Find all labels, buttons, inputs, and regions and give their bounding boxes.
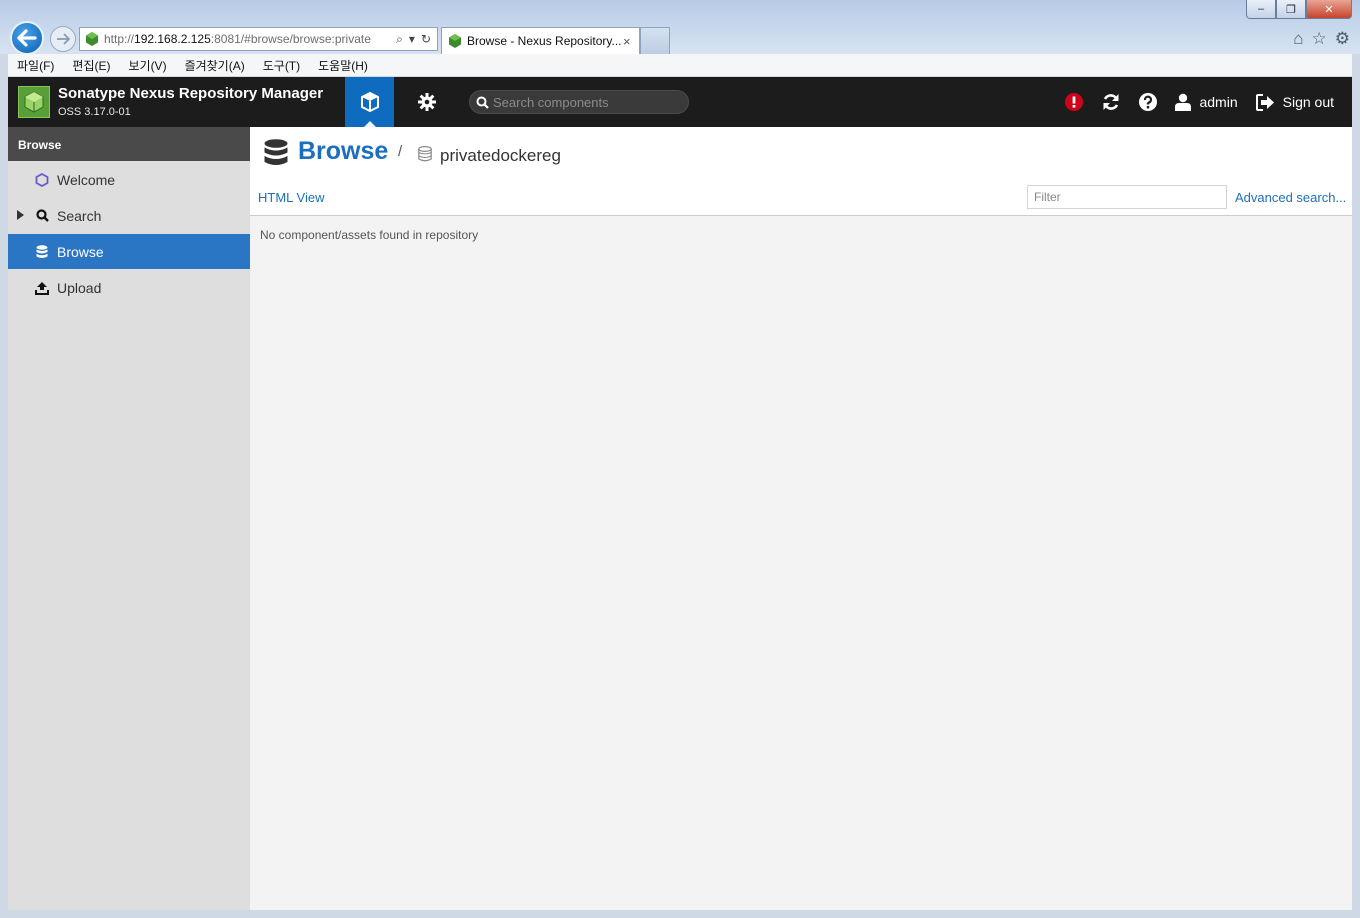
sidebar-item-label: Browse <box>57 243 104 260</box>
app-version: OSS 3.17.0-01 <box>58 106 131 118</box>
back-button[interactable] <box>10 21 44 55</box>
hexagon-icon <box>35 172 49 187</box>
sidebar-item-search[interactable]: Search <box>8 198 250 233</box>
search-components-input[interactable] <box>493 94 683 110</box>
menu-favorites[interactable]: 즐겨찾기(A) <box>176 57 254 74</box>
refresh-icon <box>1103 94 1119 110</box>
admin-mode-button[interactable] <box>406 77 448 127</box>
site-cube-icon <box>86 32 98 46</box>
repository-icon <box>418 145 432 167</box>
user-name: admin <box>1199 94 1238 110</box>
menu-edit[interactable]: 편집(E) <box>63 57 119 74</box>
sign-out-icon <box>1255 93 1274 111</box>
search-icon[interactable]: ⌕ <box>396 32 403 47</box>
new-tab-button[interactable] <box>640 27 670 54</box>
sidebar-item-label: Upload <box>57 279 102 296</box>
alert-icon <box>1065 93 1084 111</box>
menu-view[interactable]: 보기(V) <box>119 57 175 74</box>
sidebar-item-upload[interactable]: Upload <box>8 270 250 305</box>
sidebar: Browse Welcome Search Browse Upload <box>8 127 250 910</box>
address-bar[interactable]: http://192.168.2.125:8081/#browse/browse… <box>79 27 438 51</box>
sidebar-item-label: Search <box>57 207 102 224</box>
app-title: Sonatype Nexus Repository Manager <box>58 85 324 102</box>
menu-file[interactable]: 파일(F) <box>8 57 63 74</box>
search-icon <box>35 209 49 223</box>
tools-gear-icon[interactable]: ⚙ <box>1335 29 1350 49</box>
site-cube-icon <box>449 34 461 48</box>
sidebar-heading: Browse <box>8 127 250 161</box>
database-icon <box>264 139 288 172</box>
menu-tools[interactable]: 도구(T) <box>254 57 309 74</box>
tab-close-icon[interactable]: × <box>623 34 639 49</box>
address-url[interactable]: http://192.168.2.125:8081/#browse/browse… <box>104 32 396 46</box>
window-controls: – ❐ ✕ <box>1246 0 1352 20</box>
breadcrumb-repository: privatedockereg <box>440 146 561 165</box>
home-icon[interactable]: ⌂ <box>1293 29 1303 49</box>
cube-icon <box>360 92 379 112</box>
forward-button[interactable] <box>50 26 76 52</box>
help-icon <box>1139 93 1158 111</box>
arrow-left-icon <box>17 29 37 47</box>
tab-title: Browse - Nexus Repository... <box>467 34 622 48</box>
close-window-button[interactable]: ✕ <box>1306 0 1352 19</box>
user-button[interactable]: admin <box>1166 77 1246 127</box>
content-header: Browse / privatedockereg HTML View Advan… <box>250 127 1352 216</box>
refresh-button[interactable] <box>1092 77 1130 127</box>
menu-bar: 파일(F) 편집(E) 보기(V) 즐겨찾기(A) 도구(T) 도움말(H) <box>8 54 1352 77</box>
sidebar-item-browse[interactable]: Browse <box>8 234 250 269</box>
upload-icon <box>35 281 49 295</box>
sidebar-item-welcome[interactable]: Welcome <box>8 162 250 197</box>
sign-out-button[interactable]: Sign out <box>1247 77 1352 127</box>
html-view-link[interactable]: HTML View <box>258 190 324 205</box>
arrow-right-icon <box>57 33 70 45</box>
browser-chrome: – ❐ ✕ http://192.168.2.125:8081/#browse/… <box>0 0 1360 55</box>
search-icon <box>476 96 489 109</box>
sidebar-item-label: Welcome <box>57 171 116 188</box>
empty-state-message: No component/assets found in repository <box>260 228 479 242</box>
main-content: Browse / privatedockereg HTML View Advan… <box>250 127 1352 910</box>
window-frame-bottom <box>0 910 1360 918</box>
system-alert-button[interactable] <box>1056 77 1092 127</box>
menu-help[interactable]: 도움말(H) <box>309 57 377 74</box>
favorites-star-icon[interactable]: ☆ <box>1312 29 1327 49</box>
search-components[interactable] <box>469 90 689 114</box>
page-title[interactable]: Browse <box>298 137 388 166</box>
browser-tab[interactable]: Browse - Nexus Repository... × <box>441 27 640 54</box>
user-icon <box>1175 93 1192 111</box>
filter-input[interactable] <box>1027 185 1227 209</box>
advanced-search-link[interactable]: Advanced search... <box>1235 190 1346 205</box>
nexus-cube-icon <box>24 91 44 113</box>
refresh-icon[interactable]: ↻ <box>421 32 431 47</box>
app-header: Sonatype Nexus Repository Manager OSS 3.… <box>8 77 1352 127</box>
sign-out-label: Sign out <box>1282 94 1334 110</box>
help-button[interactable] <box>1130 77 1166 127</box>
expand-arrow-icon[interactable] <box>17 210 24 220</box>
database-icon <box>35 244 49 259</box>
maximize-button[interactable]: ❐ <box>1276 0 1306 19</box>
gear-icon <box>418 93 436 111</box>
nexus-logo <box>18 86 50 118</box>
minimize-button[interactable]: – <box>1246 0 1276 19</box>
browse-mode-button[interactable] <box>345 77 394 127</box>
breadcrumb-separator: / <box>398 143 403 160</box>
dropdown-icon[interactable]: ▾ <box>409 32 415 47</box>
